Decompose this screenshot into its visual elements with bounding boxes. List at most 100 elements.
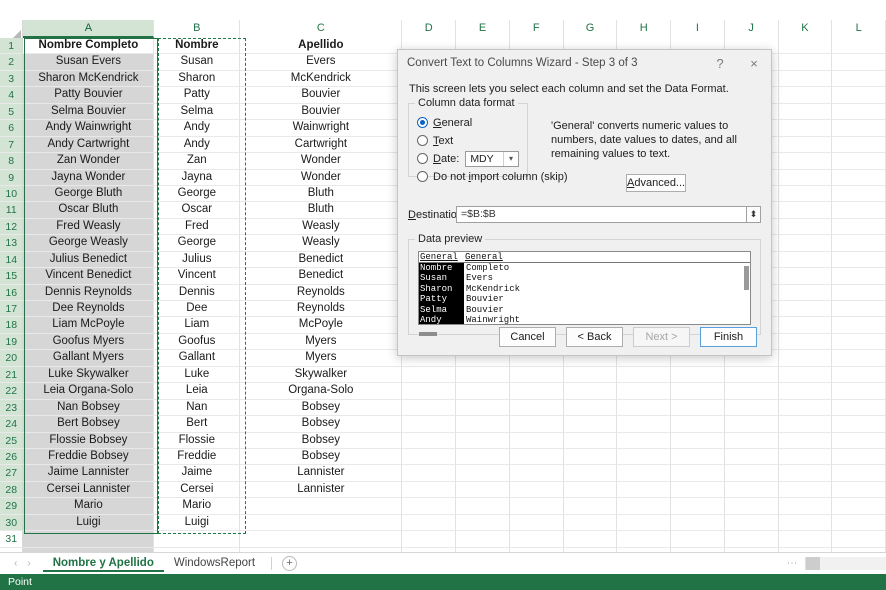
column-header-b[interactable]: B — [154, 20, 241, 38]
column-header-l[interactable]: L — [832, 20, 886, 38]
cell-k1[interactable] — [778, 38, 833, 55]
cell-b26[interactable]: Freddie — [154, 448, 241, 466]
cell-a9[interactable]: Jayna Wonder — [23, 169, 155, 186]
cell-a8[interactable]: Zan Wonder — [23, 153, 155, 170]
cell-i24[interactable] — [671, 416, 725, 433]
hscroll-thumb[interactable] — [806, 556, 820, 570]
cell-a20[interactable]: Gallant Myers — [23, 350, 155, 367]
cell-i27[interactable] — [671, 465, 725, 482]
cell-c15[interactable]: Benedict — [240, 268, 403, 285]
column-header-i[interactable]: I — [671, 20, 725, 38]
radio-general[interactable]: General — [417, 114, 519, 131]
cell-b2[interactable]: Susan — [154, 54, 241, 71]
radio-general-indicator[interactable] — [417, 117, 428, 128]
column-header-k[interactable]: K — [778, 20, 833, 38]
cell-b11[interactable]: Oscar — [154, 202, 241, 219]
next-sheet-icon[interactable]: › — [27, 558, 30, 569]
cell-b8[interactable]: Zan — [154, 153, 241, 170]
cell-b13[interactable]: George — [154, 235, 241, 252]
cell-b18[interactable]: Liam — [154, 317, 241, 334]
chevron-down-icon[interactable]: ▾ — [503, 151, 518, 166]
cell-c11[interactable]: Bluth — [240, 202, 403, 219]
cell-a3[interactable]: Sharon McKendrick — [23, 70, 155, 88]
cell-k29[interactable] — [778, 498, 833, 515]
table-row[interactable]: 26 Freddie Bobsey Freddie Bobsey — [0, 448, 886, 466]
cell-k27[interactable] — [778, 465, 833, 482]
cell-c10[interactable]: Bluth — [240, 185, 403, 203]
table-row[interactable]: 23 Nan Bobsey Nan Bobsey — [0, 399, 886, 417]
cell-c13[interactable]: Weasly — [240, 235, 403, 252]
cell-b9[interactable]: Jayna — [154, 169, 241, 186]
radio-skip[interactable]: Do not import column (skip) — [417, 168, 568, 185]
cell-g24[interactable] — [563, 416, 618, 433]
cell-i21[interactable] — [671, 366, 725, 384]
cell-b22[interactable]: Leia — [154, 383, 241, 400]
cell-e25[interactable] — [456, 432, 510, 449]
range-picker-icon[interactable]: ⬍ — [747, 206, 761, 223]
cell-h26[interactable] — [617, 448, 672, 466]
cell-l10[interactable] — [832, 185, 886, 203]
cell-l20[interactable] — [832, 350, 886, 367]
cell-c26[interactable]: Bobsey — [240, 448, 403, 466]
cell-f21[interactable] — [509, 366, 564, 384]
cell-c25[interactable]: Bobsey — [240, 432, 403, 449]
cell-c19[interactable]: Myers — [240, 333, 403, 351]
cell-l28[interactable] — [832, 481, 886, 499]
row-header[interactable]: 19 — [0, 333, 24, 351]
cell-a31[interactable] — [23, 531, 155, 548]
cell-k21[interactable] — [778, 366, 833, 384]
date-format-dropdown[interactable]: MDY ▾ — [465, 150, 519, 167]
cell-g22[interactable] — [563, 383, 618, 400]
cell-l30[interactable] — [832, 514, 886, 532]
cell-a19[interactable]: Goofus Myers — [23, 333, 155, 351]
table-row[interactable]: 30 Luigi Luigi — [0, 514, 886, 532]
cell-g26[interactable] — [563, 448, 618, 466]
horizontal-scrollbar[interactable]: ⋮ — [786, 552, 886, 574]
cell-a17[interactable]: Dee Reynolds — [23, 301, 155, 318]
cell-a13[interactable]: George Weasly — [23, 235, 155, 252]
dialog-title-bar[interactable]: Convert Text to Columns Wizard - Step 3 … — [398, 50, 771, 76]
cell-a23[interactable]: Nan Bobsey — [23, 399, 155, 417]
cell-g27[interactable] — [563, 465, 618, 482]
cell-f23[interactable] — [509, 399, 564, 417]
cell-h25[interactable] — [617, 432, 672, 449]
cell-e21[interactable] — [456, 366, 510, 384]
cell-f29[interactable] — [509, 498, 564, 515]
cell-j21[interactable] — [724, 366, 779, 384]
cell-j30[interactable] — [724, 514, 779, 532]
cell-e30[interactable] — [456, 514, 510, 532]
back-button[interactable]: < Back — [566, 327, 623, 347]
radio-date-indicator[interactable] — [417, 153, 428, 164]
cell-b15[interactable]: Vincent — [154, 268, 241, 285]
cell-f31[interactable] — [509, 531, 564, 548]
cell-a4[interactable]: Patty Bouvier — [23, 87, 155, 104]
cell-l26[interactable] — [832, 448, 886, 466]
cell-i22[interactable] — [671, 383, 725, 400]
cell-b27[interactable]: Jaime — [154, 465, 241, 482]
cell-g30[interactable] — [563, 514, 618, 532]
cell-d25[interactable] — [402, 432, 457, 449]
cell-f22[interactable] — [509, 383, 564, 400]
cell-k18[interactable] — [778, 317, 833, 334]
cell-l31[interactable] — [832, 531, 886, 548]
cell-d24[interactable] — [402, 416, 457, 433]
cell-j31[interactable] — [724, 531, 779, 548]
cell-j29[interactable] — [724, 498, 779, 515]
preview-col-header-1[interactable]: General — [419, 252, 464, 262]
table-row[interactable]: 22 Leia Organa-Solo Leia Organa-Solo — [0, 383, 886, 400]
row-header[interactable]: 2 — [0, 54, 24, 71]
cell-a30[interactable]: Luigi — [23, 514, 155, 532]
cell-l11[interactable] — [832, 202, 886, 219]
add-sheet-icon[interactable]: + — [282, 556, 298, 571]
cell-d29[interactable] — [402, 498, 457, 515]
cell-c20[interactable]: Myers — [240, 350, 403, 367]
cell-k7[interactable] — [778, 136, 833, 154]
row-header[interactable]: 15 — [0, 268, 24, 285]
cell-l21[interactable] — [832, 366, 886, 384]
cell-c5[interactable]: Bouvier — [240, 103, 403, 121]
table-row[interactable]: 24 Bert Bobsey Bert Bobsey — [0, 416, 886, 433]
cell-a15[interactable]: Vincent Benedict — [23, 268, 155, 285]
cell-k15[interactable] — [778, 268, 833, 285]
convert-text-to-columns-dialog[interactable]: Convert Text to Columns Wizard - Step 3 … — [397, 49, 772, 356]
cell-h24[interactable] — [617, 416, 672, 433]
